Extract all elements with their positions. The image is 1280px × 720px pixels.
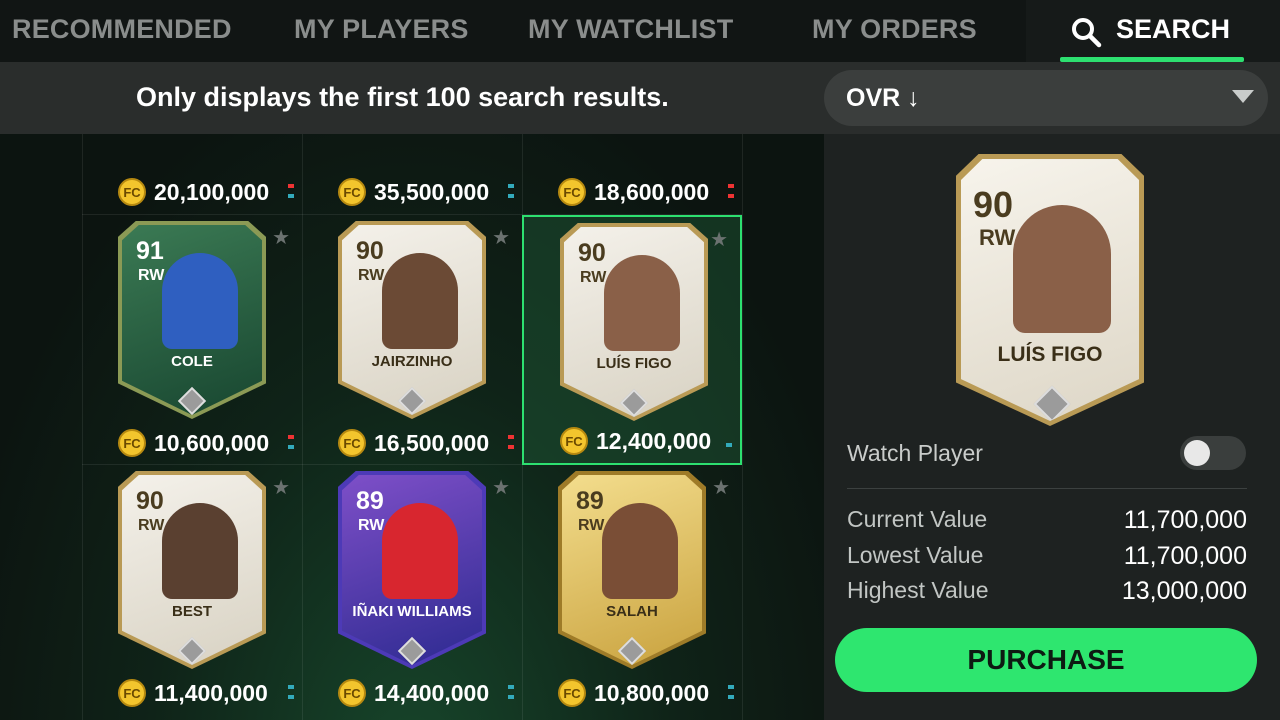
divider	[847, 488, 1247, 489]
player-card: 90 RW JAIRZINHO	[342, 225, 482, 415]
price: FC 18,600,000	[558, 178, 709, 206]
dropdown-caret-icon	[1232, 90, 1254, 103]
player-portrait	[162, 253, 238, 349]
player-portrait	[162, 503, 238, 599]
tab-my-watchlist[interactable]: MY WATCHLIST	[528, 14, 733, 45]
selected-player-card: 90 RW LUÍS FIGO	[961, 159, 1139, 421]
player-portrait	[1013, 205, 1111, 333]
price: FC 10,600,000	[118, 429, 269, 457]
coin-icon: FC	[118, 178, 146, 206]
tab-search[interactable]: SEARCH	[1026, 0, 1280, 62]
player-name: COLE	[171, 353, 213, 370]
sort-dropdown[interactable]: OVR ↓	[824, 70, 1268, 126]
player-portrait	[382, 253, 458, 349]
price: FC 11,400,000	[118, 679, 268, 707]
price: FC 14,400,000	[338, 679, 489, 707]
result-cell[interactable]: FC 18,600,000	[522, 134, 742, 214]
player-cell[interactable]: 89 RW SALAH ★ FC 10,800,000	[522, 465, 742, 715]
player-detail-panel: 90 RW LUÍS FIGO Watch Player Current Val…	[824, 134, 1280, 720]
coin-icon: FC	[558, 178, 586, 206]
watch-player-label: Watch Player	[847, 440, 983, 466]
price: FC 10,800,000	[558, 679, 709, 707]
player-portrait	[604, 255, 680, 351]
tab-search-label: SEARCH	[1116, 14, 1231, 44]
favorite-star-icon[interactable]: ★	[272, 475, 290, 500]
results-grid: FC 20,100,000 FC 35,500,000 FC 18,600,000 9…	[0, 134, 824, 720]
coin-icon: FC	[560, 427, 588, 455]
player-card: 91 RW COLE	[122, 225, 262, 415]
player-name: IÑAKI WILLIAMS	[352, 603, 472, 620]
coin-icon: FC	[558, 679, 586, 707]
favorite-star-icon[interactable]: ★	[710, 227, 728, 252]
player-cell-selected[interactable]: 90 RW LUÍS FIGO ★ FC 12,400,000	[522, 215, 742, 465]
toggle-knob	[1184, 440, 1210, 466]
player-card: 89 RW IÑAKI WILLIAMS	[342, 475, 482, 665]
current-value-row: Current Value 11,700,000	[847, 506, 1247, 534]
player-name: JAIRZINHO	[371, 353, 453, 370]
tab-recommended[interactable]: RECOMMENDED	[12, 14, 232, 45]
favorite-star-icon[interactable]: ★	[712, 475, 730, 500]
player-name: SALAH	[606, 603, 658, 620]
purchase-button[interactable]: PURCHASE	[835, 628, 1257, 692]
coin-icon: FC	[338, 178, 366, 206]
results-limit-message: Only displays the first 100 search resul…	[136, 82, 669, 112]
favorite-star-icon[interactable]: ★	[272, 225, 290, 250]
price: FC 16,500,000	[338, 429, 489, 457]
player-cell[interactable]: 89 RW IÑAKI WILLIAMS ★ FC 14,400,000	[302, 465, 522, 715]
price: FC 12,400,000	[560, 427, 711, 455]
player-card: 90 RW BEST	[122, 475, 262, 665]
player-portrait	[382, 503, 458, 599]
player-name: LUÍS FIGO	[997, 343, 1103, 366]
favorite-star-icon[interactable]: ★	[492, 225, 510, 250]
coin-icon: FC	[338, 429, 366, 457]
info-bar: Only displays the first 100 search resul…	[0, 62, 1280, 134]
coin-icon: FC	[118, 429, 146, 457]
player-cell[interactable]: 91 RW COLE ★ FC 10,600,000	[82, 215, 302, 465]
player-portrait	[602, 503, 678, 599]
player-card: 89 RW SALAH	[562, 475, 702, 665]
coin-icon: FC	[338, 679, 366, 707]
player-cell[interactable]: 90 RW BEST ★ FC 11,400,000	[82, 465, 302, 715]
tab-my-players[interactable]: MY PLAYERS	[294, 14, 469, 45]
player-card: 90 RW LUÍS FIGO	[564, 227, 704, 417]
price: FC 20,100,000	[118, 178, 269, 206]
watch-player-toggle[interactable]	[1180, 436, 1246, 470]
lowest-value-row: Lowest Value 11,700,000	[847, 542, 1247, 570]
result-cell[interactable]: FC 35,500,000	[302, 134, 522, 214]
result-cell[interactable]: FC 20,100,000	[82, 134, 302, 214]
search-icon	[1072, 18, 1102, 48]
player-cell[interactable]: 90 RW JAIRZINHO ★ FC 16,500,000	[302, 215, 522, 465]
sort-label: OVR ↓	[846, 84, 920, 112]
top-nav: RECOMMENDED MY PLAYERS MY WATCHLIST MY O…	[0, 0, 1280, 62]
tab-my-orders[interactable]: MY ORDERS	[812, 14, 977, 45]
highest-value-row: Highest Value 13,000,000	[847, 577, 1247, 605]
price: FC 35,500,000	[338, 178, 489, 206]
player-name: LUÍS FIGO	[596, 355, 672, 372]
player-name: BEST	[171, 603, 212, 620]
favorite-star-icon[interactable]: ★	[492, 475, 510, 500]
coin-icon: FC	[118, 679, 146, 707]
